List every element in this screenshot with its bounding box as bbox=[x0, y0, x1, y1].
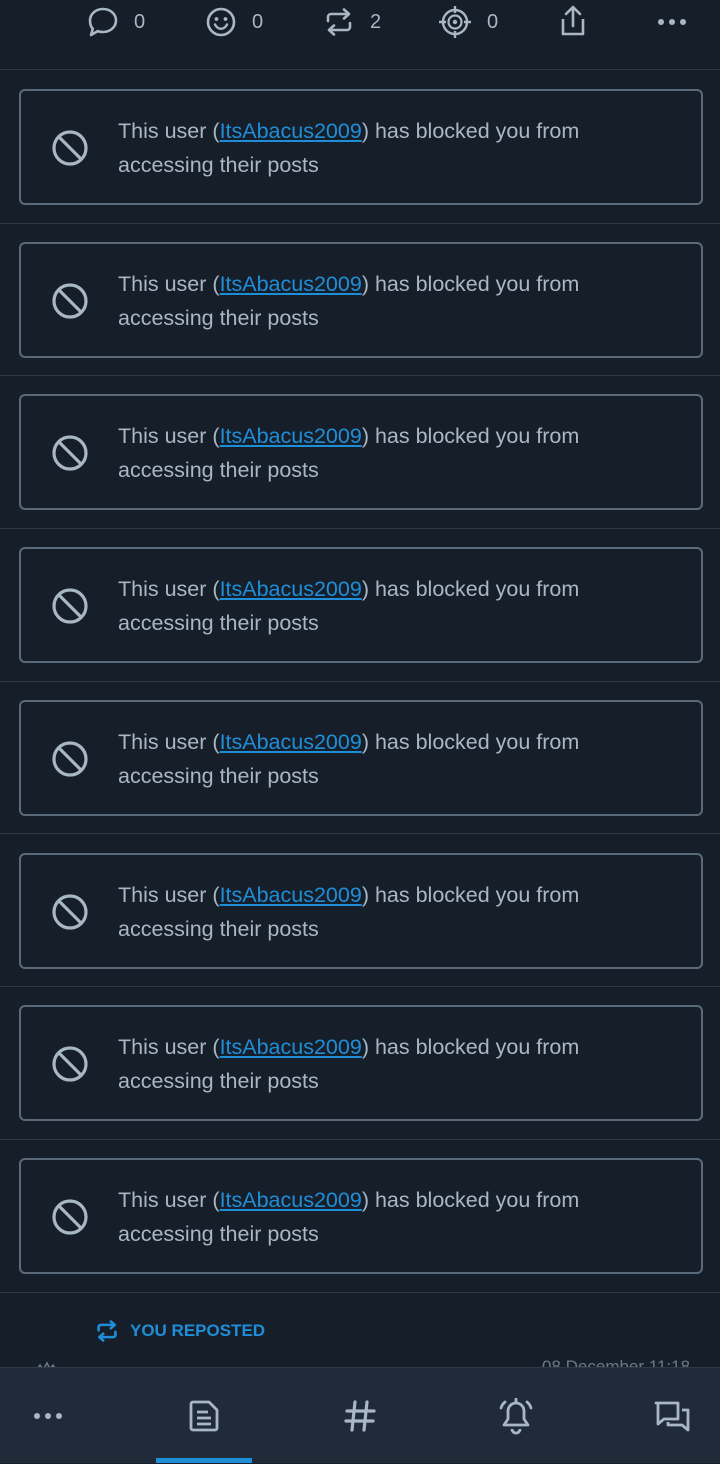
target-icon bbox=[439, 6, 471, 38]
reaction-count: 0 bbox=[252, 10, 264, 33]
ban-icon bbox=[52, 588, 88, 624]
target-count: 0 bbox=[487, 10, 499, 33]
blocked-notice-text: This user (ItsAbacus2009) has blocked yo… bbox=[118, 114, 678, 182]
more-options-button[interactable] bbox=[655, 0, 689, 44]
nav-hashtags[interactable] bbox=[312, 1368, 408, 1464]
blocked-username-link[interactable]: ItsAbacus2009 bbox=[220, 1188, 362, 1212]
repost-label: YOU REPOSTED bbox=[130, 1321, 266, 1340]
blocked-notice-prefix: This user ( bbox=[118, 729, 220, 754]
blocked-notice-card: This user (ItsAbacus2009) has blocked yo… bbox=[19, 1157, 703, 1274]
messages-icon bbox=[654, 1401, 690, 1432]
hashtag-icon bbox=[344, 1400, 376, 1432]
target-button[interactable]: 0 bbox=[437, 0, 498, 44]
blocked-notice-card: This user (ItsAbacus2009) has blocked yo… bbox=[19, 241, 703, 358]
smiley-icon bbox=[206, 7, 236, 37]
blocked-notice-prefix: This user ( bbox=[118, 1187, 220, 1212]
more-horizontal-icon bbox=[34, 1413, 62, 1419]
blocked-notice-prefix: This user ( bbox=[118, 424, 220, 449]
nav-more[interactable] bbox=[0, 1368, 96, 1464]
blocked-username-link[interactable]: ItsAbacus2009 bbox=[220, 883, 362, 907]
blocked-notice-text: This user (ItsAbacus2009) has blocked yo… bbox=[118, 267, 678, 335]
blocked-notice-text: This user (ItsAbacus2009) has blocked yo… bbox=[118, 1030, 678, 1098]
active-tab-indicator bbox=[156, 1458, 252, 1463]
blocked-post-row: This user (ItsAbacus2009) has blocked yo… bbox=[0, 376, 720, 530]
blocked-post-row: This user (ItsAbacus2009) has blocked yo… bbox=[0, 71, 720, 224]
blocked-post-row: This user (ItsAbacus2009) has blocked yo… bbox=[0, 987, 720, 1140]
blocked-notice-card: This user (ItsAbacus2009) has blocked yo… bbox=[19, 852, 703, 969]
nav-posts[interactable] bbox=[156, 1368, 252, 1464]
blocked-post-row: This user (ItsAbacus2009) has blocked yo… bbox=[0, 682, 720, 835]
reply-button[interactable]: 0 bbox=[86, 0, 145, 44]
repost-icon bbox=[97, 1320, 117, 1342]
blocked-post-row: This user (ItsAbacus2009) has blocked yo… bbox=[0, 224, 720, 377]
ban-icon bbox=[52, 741, 88, 777]
blocked-post-row: This user (ItsAbacus2009) has blocked yo… bbox=[0, 1140, 720, 1293]
blocked-notice-prefix: This user ( bbox=[118, 577, 220, 602]
ban-icon bbox=[52, 1199, 88, 1235]
ban-icon bbox=[52, 130, 88, 166]
blocked-username-link[interactable]: ItsAbacus2009 bbox=[220, 577, 362, 601]
blocked-post-row: This user (ItsAbacus2009) has blocked yo… bbox=[0, 529, 720, 682]
posts-icon bbox=[189, 1400, 219, 1432]
share-button[interactable] bbox=[556, 0, 590, 44]
blocked-notice-prefix: This user ( bbox=[118, 271, 220, 296]
blocked-notice-prefix: This user ( bbox=[118, 882, 220, 907]
reaction-button[interactable]: 0 bbox=[204, 0, 263, 44]
ban-icon bbox=[52, 283, 88, 319]
repost-button[interactable]: 2 bbox=[322, 0, 381, 44]
blocked-notice-text: This user (ItsAbacus2009) has blocked yo… bbox=[118, 725, 678, 793]
more-horizontal-icon bbox=[658, 19, 686, 25]
share-icon bbox=[561, 5, 585, 36]
repost-banner: YOU REPOSTED bbox=[94, 1317, 265, 1345]
comment-icon bbox=[88, 7, 118, 37]
blocked-username-link[interactable]: ItsAbacus2009 bbox=[220, 424, 362, 448]
nav-messages[interactable] bbox=[624, 1368, 720, 1464]
blocked-notice-card: This user (ItsAbacus2009) has blocked yo… bbox=[19, 699, 703, 816]
blocked-post-row: This user (ItsAbacus2009) has blocked yo… bbox=[0, 835, 720, 988]
blocked-notice-card: This user (ItsAbacus2009) has blocked yo… bbox=[19, 1005, 703, 1122]
blocked-username-link[interactable]: ItsAbacus2009 bbox=[220, 730, 362, 754]
blocked-username-link[interactable]: ItsAbacus2009 bbox=[220, 1035, 362, 1059]
ban-icon bbox=[52, 435, 88, 471]
blocked-notice-text: This user (ItsAbacus2009) has blocked yo… bbox=[118, 1183, 678, 1251]
post-action-bar: 0 0 2 0 bbox=[0, 0, 720, 70]
repost-count: 2 bbox=[370, 10, 382, 33]
reply-count: 0 bbox=[134, 10, 146, 33]
notifications-icon bbox=[499, 1398, 533, 1435]
blocked-username-link[interactable]: ItsAbacus2009 bbox=[220, 119, 362, 143]
bottom-navigation bbox=[0, 1367, 720, 1463]
blocked-notice-text: This user (ItsAbacus2009) has blocked yo… bbox=[118, 572, 678, 640]
blocked-notice-card: This user (ItsAbacus2009) has blocked yo… bbox=[19, 394, 703, 511]
blocked-notice-prefix: This user ( bbox=[118, 1035, 220, 1060]
repost-icon bbox=[326, 8, 352, 36]
blocked-notice-text: This user (ItsAbacus2009) has blocked yo… bbox=[118, 419, 678, 487]
nav-notifications[interactable] bbox=[468, 1368, 564, 1464]
blocked-notice-text: This user (ItsAbacus2009) has blocked yo… bbox=[118, 878, 678, 946]
blocked-notice-card: This user (ItsAbacus2009) has blocked yo… bbox=[19, 89, 703, 205]
blocked-username-link[interactable]: ItsAbacus2009 bbox=[220, 272, 362, 296]
blocked-notice-prefix: This user ( bbox=[118, 119, 220, 143]
blocked-notice-card: This user (ItsAbacus2009) has blocked yo… bbox=[19, 547, 703, 664]
ban-icon bbox=[52, 1046, 88, 1082]
ban-icon bbox=[52, 893, 88, 930]
